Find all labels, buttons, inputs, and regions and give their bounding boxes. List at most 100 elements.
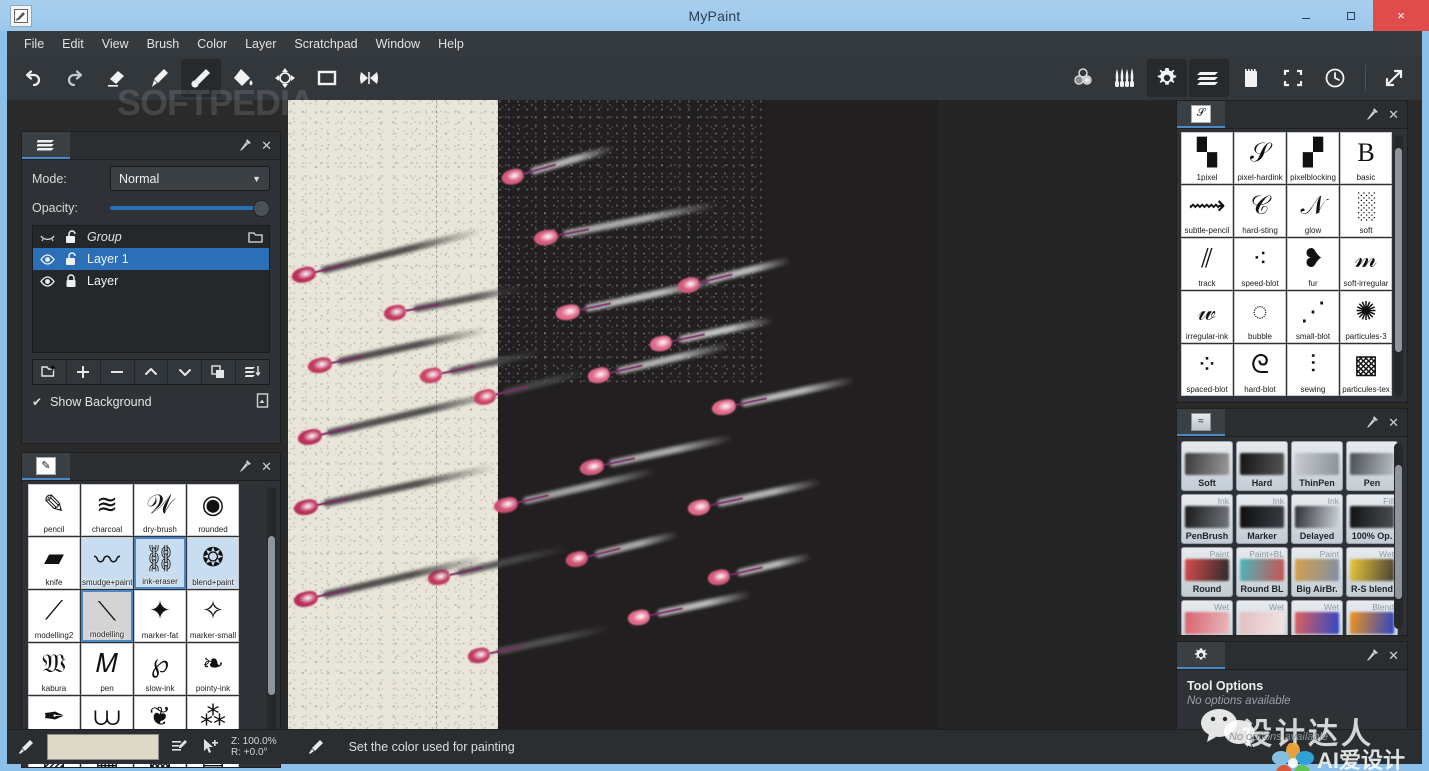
layer-lock-icon[interactable] — [63, 230, 79, 244]
brush-selector-icon[interactable] — [1105, 59, 1145, 97]
layer-visibility-icon[interactable] — [39, 252, 55, 266]
close-icon[interactable]: ✕ — [1388, 108, 1399, 121]
brush-preset-scroll[interactable]: Soft Hard ThinPen Pen Ink PenBrush Ink Marker In… — [1177, 437, 1407, 635]
symmetry-icon[interactable] — [349, 59, 389, 97]
brush-preset-tab[interactable]: ≈ — [1177, 409, 1225, 436]
brush-palette-scroll[interactable]: ✎ pencil ≋ charcoal 𝒲dry-brush ◉ rounded ▰ knife… — [22, 481, 280, 767]
brush-palette-scrollbar[interactable] — [267, 487, 276, 761]
brush-cell[interactable]: 𝒮pixel-hardink — [1234, 132, 1286, 184]
new-group-button[interactable] — [33, 360, 67, 384]
brush-cell[interactable]: Bbasic — [1340, 132, 1392, 184]
brush-cell[interactable]: ✎ pencil — [28, 484, 80, 536]
edit-icon[interactable] — [171, 738, 189, 756]
layer-lock-icon[interactable] — [63, 274, 79, 288]
eyedropper-icon[interactable] — [17, 738, 35, 756]
brush-cell[interactable]: ◉ rounded — [187, 484, 239, 536]
pin-icon[interactable] — [238, 459, 252, 475]
close-icon[interactable]: ✕ — [261, 460, 272, 473]
menu-edit[interactable]: Edit — [53, 34, 93, 54]
scrollbar-thumb[interactable] — [1395, 465, 1402, 600]
brush-group-scrollbar[interactable] — [1394, 135, 1403, 396]
menu-help[interactable]: Help — [429, 34, 473, 54]
brush-preset-cell[interactable]: Ink PenBrush — [1181, 494, 1233, 544]
brush-cell[interactable]: 𝒞hard-sting — [1234, 185, 1286, 237]
brush-preset-cell[interactable]: BlendBlur — [1346, 600, 1398, 635]
add-layer-button[interactable] — [67, 360, 101, 384]
minimize-button[interactable] — [1283, 0, 1328, 31]
current-color-swatch[interactable] — [47, 734, 159, 760]
brush-cell[interactable]: ✦ marker-fat — [134, 590, 186, 642]
brush-cell[interactable]: ❧ pointy-ink — [187, 643, 239, 695]
brush-preset-cell[interactable]: Ink Delayed — [1291, 494, 1343, 544]
expand-arrows-icon[interactable] — [1374, 59, 1414, 97]
brush-cell[interactable]: 𝓌 irregular-ink — [1181, 291, 1233, 343]
canvas-area[interactable] — [288, 100, 1176, 729]
opacity-slider-knob[interactable] — [253, 199, 270, 217]
show-background-row[interactable]: ✔ Show Background — [22, 385, 280, 419]
brush-cell[interactable]: ❥ fur — [1287, 238, 1339, 290]
brush-cell[interactable]: ⟍ modelling — [81, 590, 133, 642]
brush-cell[interactable]: ⫶ sewing — [1287, 344, 1339, 396]
brush-cell[interactable]: 𝑀pen — [81, 643, 133, 695]
brush-palette-tab[interactable]: ✎ — [22, 453, 70, 480]
brush-cell[interactable]: ⫽ track — [1181, 238, 1233, 290]
menu-layer[interactable]: Layer — [236, 34, 285, 54]
layer-row[interactable]: Layer 1 — [33, 248, 269, 270]
brush-cell[interactable]: ✺ particules-3 — [1340, 291, 1392, 343]
menu-view[interactable]: View — [93, 34, 138, 54]
pointer-add-icon[interactable] — [201, 738, 219, 756]
close-icon[interactable]: ✕ — [1388, 649, 1399, 662]
lower-layer-button[interactable] — [168, 360, 203, 384]
brush-cell[interactable]: ⁖ speed-blot — [1234, 238, 1286, 290]
brush-cell[interactable]: ⟿ subtle-pencil — [1181, 185, 1233, 237]
close-icon[interactable]: ✕ — [261, 139, 272, 152]
brush-cell[interactable]: ▚ 1pixel — [1181, 132, 1233, 184]
move-icon[interactable] — [265, 59, 305, 97]
opacity-slider[interactable] — [110, 199, 270, 217]
brush-cell[interactable]: ▩ particules-tex — [1340, 344, 1392, 396]
redo-icon[interactable] — [55, 59, 95, 97]
brush-preset-cell[interactable]: Pen — [1346, 441, 1398, 491]
remove-layer-button[interactable] — [101, 360, 135, 384]
pin-icon[interactable] — [238, 138, 252, 154]
brush-cell[interactable]: 𝔚kabura — [28, 643, 80, 695]
brush-cell[interactable]: ⛓ ink-eraser — [134, 537, 186, 589]
layer-visibility-icon[interactable] — [39, 230, 55, 244]
brush-preset-cell[interactable]: WetClassic P. — [1291, 600, 1343, 635]
brush-cell[interactable]: 𝒲dry-brush — [134, 484, 186, 536]
brush-cell[interactable]: ⟋ modelling2 — [28, 590, 80, 642]
paintbrush-icon[interactable] — [139, 59, 179, 97]
layer-row[interactable]: Group — [33, 226, 269, 248]
line-tool-icon[interactable] — [181, 59, 221, 97]
brush-preset-cell[interactable]: WetDirection — [1236, 600, 1288, 635]
brush-preset-cell[interactable]: Fill 100% Op. — [1346, 494, 1398, 544]
close-icon[interactable]: ✕ — [1388, 416, 1399, 429]
show-background-checkbox[interactable]: ✔ — [32, 395, 42, 409]
brush-cell[interactable]: ℘ slow-ink — [134, 643, 186, 695]
tool-options-tab[interactable] — [1177, 642, 1225, 669]
menu-file[interactable]: File — [15, 34, 53, 54]
brush-group-tab[interactable]: 𝒮 — [1177, 101, 1225, 128]
scrollbar-thumb[interactable] — [268, 536, 275, 696]
scratchpad-icon[interactable] — [1231, 59, 1271, 97]
brush-cell[interactable]: 𝓂 soft-irregular — [1340, 238, 1392, 290]
merge-layer-button[interactable] — [236, 360, 269, 384]
menu-scratchpad[interactable]: Scratchpad — [285, 34, 366, 54]
brush-cell[interactable]: ≋ charcoal — [81, 484, 133, 536]
flood-fill-icon[interactable] — [223, 59, 263, 97]
layers-icon[interactable] — [1189, 59, 1229, 97]
brush-preset-cell[interactable]: ThinPen — [1291, 441, 1343, 491]
brush-preset-cell[interactable]: Paint Big AirBr. — [1291, 547, 1343, 597]
brush-cell[interactable]: ⋰ small-blot — [1287, 291, 1339, 343]
brush-preset-cell[interactable]: WetRound — [1181, 600, 1233, 635]
brush-preset-cell[interactable]: Hard — [1236, 441, 1288, 491]
brush-cell[interactable]: ✧ marker-small — [187, 590, 239, 642]
eraser-icon[interactable] — [97, 59, 137, 97]
clock-icon[interactable] — [1315, 59, 1355, 97]
layer-list[interactable]: Group Layer 1 Layer — [32, 225, 270, 353]
brush-group-scroll[interactable]: ▚ 1pixel 𝒮pixel-hardink ▞ pixelblocking Bbasi… — [1177, 129, 1407, 402]
brush-cell[interactable]: ⁘ spaced-blot — [1181, 344, 1233, 396]
layer-row[interactable]: Layer — [33, 270, 269, 292]
menu-color[interactable]: Color — [188, 34, 236, 54]
pin-icon[interactable] — [1365, 648, 1379, 664]
